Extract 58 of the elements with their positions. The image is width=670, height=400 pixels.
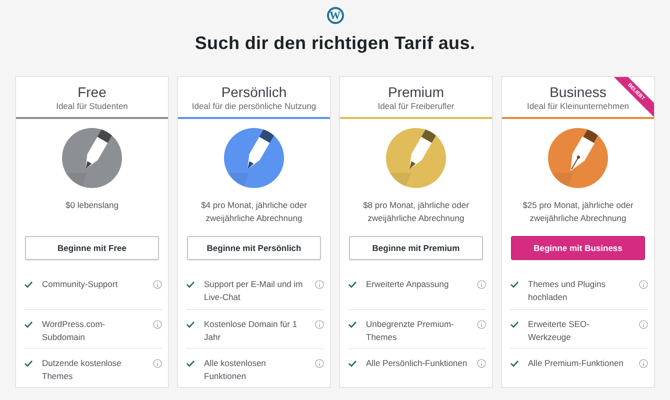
feature-text: Alle kostenlosen Funktionen — [204, 357, 267, 383]
feature-text: Erweiterte SEO-Werkzeuge — [528, 318, 590, 344]
plan-name: Persönlich — [221, 84, 287, 100]
pencil-icon — [385, 127, 447, 189]
plan-price: $25 pro Monat, jährliche oder zweijährliche Abrechnung — [522, 199, 634, 225]
info-icon[interactable] — [639, 359, 648, 368]
plan-tagline: Ideal für Studenten — [56, 100, 128, 110]
feature-text: Alle Premium-Funktionen — [528, 357, 624, 370]
check-icon — [24, 281, 33, 288]
feature-text: Unbegrenzte Premium-Themes — [366, 318, 455, 344]
logo: W — [326, 7, 344, 24]
info-icon[interactable] — [639, 280, 648, 289]
plan-price: $0 lebenslang — [64, 199, 120, 212]
check-icon — [24, 321, 33, 328]
plan-name: Free — [78, 84, 106, 100]
plan-name: Premium — [388, 84, 444, 100]
info-icon[interactable] — [477, 320, 486, 329]
check-icon — [186, 360, 195, 367]
info-icon[interactable] — [477, 280, 486, 289]
feature-text: Dutzende kostenlose Themes — [42, 357, 122, 383]
info-icon[interactable] — [153, 280, 162, 289]
feature-text: Erweiterte Anpassung — [366, 278, 450, 291]
info-icon[interactable] — [153, 359, 162, 368]
check-icon — [510, 281, 519, 288]
info-icon[interactable] — [477, 359, 486, 368]
start-plan-button[interactable]: Beginne mit Business — [511, 236, 645, 260]
start-plan-button[interactable]: Beginne mit Persönlich — [187, 236, 321, 260]
pencil-icon — [223, 127, 285, 189]
plan-name: Business — [550, 84, 606, 100]
fountain-pen-icon — [547, 127, 609, 189]
pencil-icon — [61, 127, 123, 189]
check-icon — [348, 281, 357, 288]
info-icon[interactable] — [315, 359, 324, 368]
info-icon[interactable] — [153, 320, 162, 329]
info-icon[interactable] — [639, 320, 648, 329]
start-plan-button[interactable]: Beginne mit Premium — [349, 236, 483, 260]
start-plan-button[interactable]: Beginne mit Free — [25, 236, 159, 260]
feature-text: WordPress.com-Subdomain — [42, 318, 106, 344]
feature-text: Themes und Plugins hochladen — [528, 278, 606, 304]
feature-text: Support per E-Mail und im Live-Chat — [204, 278, 304, 304]
check-icon — [348, 321, 357, 328]
plan-price: $4 pro Monat, jährliche oder zweijährliche Abrechnung — [200, 199, 308, 225]
info-icon[interactable] — [315, 280, 324, 289]
check-icon — [186, 321, 195, 328]
check-icon — [510, 321, 519, 328]
check-icon — [24, 360, 33, 367]
plan-tagline: Ideal für Freiberufler — [378, 100, 454, 110]
feature-text: Alle Persönlich-Funktionen — [366, 357, 468, 370]
check-icon — [348, 360, 357, 367]
check-icon — [510, 360, 519, 367]
feature-text: Community-Support — [42, 278, 119, 291]
plan-tagline: Ideal für die persönliche Nutzung — [192, 100, 316, 110]
feature-text: Kostenlose Domain für 1 Jahr — [204, 318, 298, 344]
plan-tagline: Ideal für Kleinunternehmen — [526, 100, 630, 110]
check-icon — [186, 281, 195, 288]
info-icon[interactable] — [315, 320, 324, 329]
plan-price: $8 pro Monat, jährliche oder zweijährliche Abrechnung — [362, 199, 470, 225]
page-heading: Such dir den richtigen Tarif aus. — [194, 33, 476, 54]
